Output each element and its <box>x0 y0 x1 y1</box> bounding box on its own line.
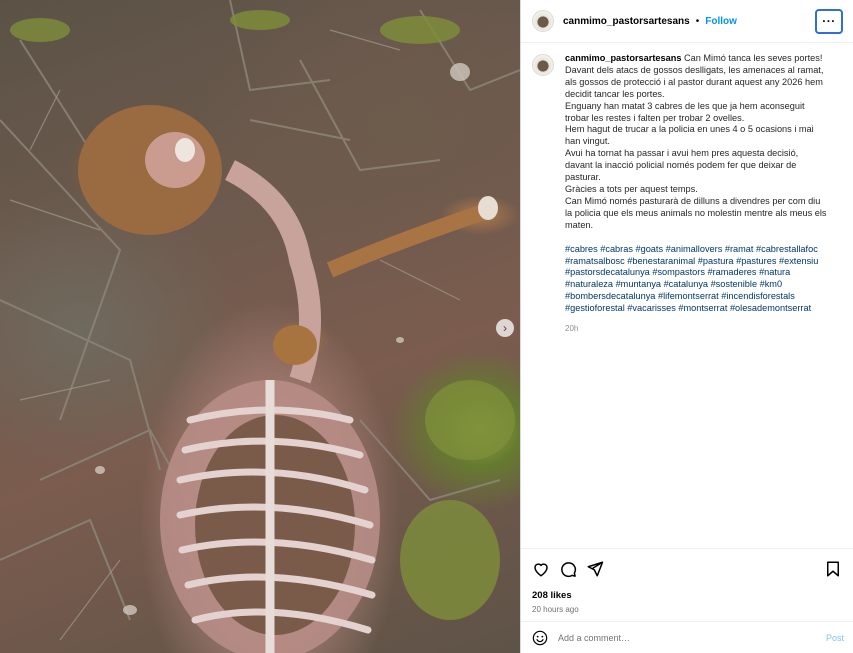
emoji-icon[interactable] <box>532 630 548 646</box>
caption-line: Enguany han matat 3 cabres de les que ja… <box>565 100 805 123</box>
comment-bar: Post <box>521 621 853 653</box>
caption-line: Avui ha tornat ha passar i avui hem pres… <box>565 148 799 183</box>
more-options-button[interactable]: ··· <box>815 8 843 34</box>
more-horizontal-icon: ··· <box>822 14 836 28</box>
like-button[interactable] <box>532 560 550 578</box>
post-sidebar: canmimo_pastorsartesans • Follow ··· can… <box>520 0 853 653</box>
caption-first-line: canmimo_pastorsartesans Can Mimó tanca l… <box>565 53 827 65</box>
post-photo[interactable]: › <box>0 0 520 653</box>
comment-icon <box>561 562 577 578</box>
action-icons <box>532 559 842 579</box>
caption-line: Can Mimó tanca les seves portes! <box>684 53 823 63</box>
carcass-photo <box>0 0 520 653</box>
follow-button[interactable]: Follow <box>705 16 737 27</box>
post-window: › canmimo_pastorsartesans • Follow ··· c… <box>0 0 853 653</box>
save-button[interactable] <box>824 560 842 578</box>
chevron-right-icon: › <box>503 321 507 335</box>
header-username[interactable]: canmimo_pastorsartesans <box>563 16 690 27</box>
comment-button[interactable] <box>559 560 577 578</box>
caption-line: Davant dels atacs de gossos deslligats, … <box>565 64 824 99</box>
caption-line: Gràcies a tots per aquest temps. <box>565 183 698 194</box>
post-actions: 208 likes 20 hours ago <box>521 548 853 614</box>
next-photo-button[interactable]: › <box>496 319 514 337</box>
hashtags[interactable]: #cabres #cabras #goats #animallovers #ra… <box>565 244 827 315</box>
post-comment-button[interactable]: Post <box>826 633 844 643</box>
caption-avatar[interactable] <box>532 54 554 76</box>
post-header: canmimo_pastorsartesans • Follow ··· <box>521 0 853 43</box>
likes-count[interactable]: 208 likes <box>532 590 842 601</box>
share-button[interactable] <box>586 560 604 578</box>
posted-time: 20 hours ago <box>532 605 579 614</box>
bookmark-icon <box>827 561 839 577</box>
separator-dot: • <box>695 15 700 27</box>
caption-line: Hem hagut de trucar a la policia en unes… <box>565 124 814 147</box>
avatar[interactable] <box>532 10 554 32</box>
caption-username[interactable]: canmimo_pastorsartesans <box>565 53 681 63</box>
share-icon <box>587 561 604 577</box>
comment-input[interactable] <box>558 632 826 643</box>
heart-icon <box>534 563 548 577</box>
caption-line: Can Mimó només pasturarà de dilluns a di… <box>565 195 827 230</box>
caption-time: 20h <box>565 324 579 334</box>
